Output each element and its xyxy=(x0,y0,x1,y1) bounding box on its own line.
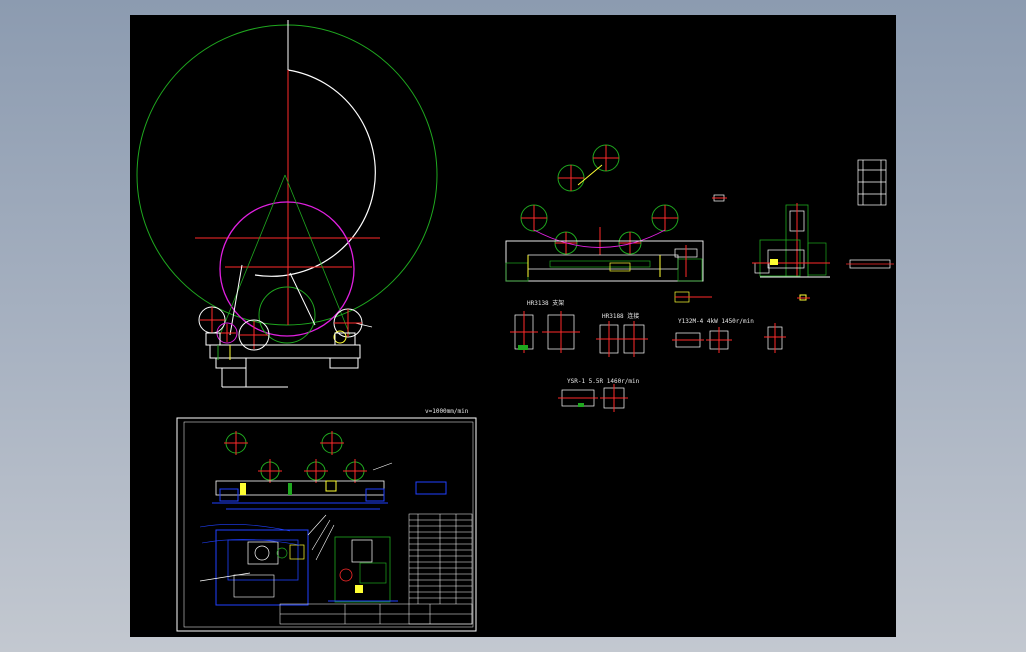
cad-drawing: v=1000mm/min HR3138 支架 HR3188 连接 Y132M-4… xyxy=(136,20,894,632)
base-frame xyxy=(205,332,361,388)
part-label-c: Y132M-4 4kW 1450r/min xyxy=(678,318,754,325)
speed-note: v=1000mm/min xyxy=(425,408,469,415)
roller-stand-view xyxy=(505,144,727,303)
small-workpiece-circle xyxy=(219,201,355,337)
side-section-view xyxy=(752,203,830,301)
workpiece-inner-arc xyxy=(254,69,376,277)
cad-drawing-canvas[interactable]: v=1000mm/min HR3138 支架 HR3188 连接 Y132M-4… xyxy=(130,15,896,637)
sheet-side-view xyxy=(328,536,398,603)
shaft-detail-view xyxy=(846,159,894,269)
part-detail-row: HR3138 支架 HR3188 连接 Y132M-4 4kW 1450r/mi… xyxy=(510,299,786,412)
part-label-a: HR3138 支架 xyxy=(527,299,564,307)
construction-line-e xyxy=(354,322,373,328)
construction-line-d xyxy=(289,272,316,326)
title-block-table xyxy=(279,513,473,625)
assembly-drawing-sheet: v=1000mm/min xyxy=(176,408,477,632)
part-label-b: HR3188 连接 xyxy=(602,312,639,320)
sheet-plan-view xyxy=(199,514,335,606)
construction-line-a xyxy=(219,174,286,336)
right-roller-group xyxy=(333,308,363,344)
sheet-front-view xyxy=(212,431,447,510)
main-roller-assembly-view xyxy=(136,20,438,388)
part-label-d: YSR-1 5.5R 1460r/min xyxy=(567,378,640,385)
workpiece-outer-circle xyxy=(136,24,438,326)
